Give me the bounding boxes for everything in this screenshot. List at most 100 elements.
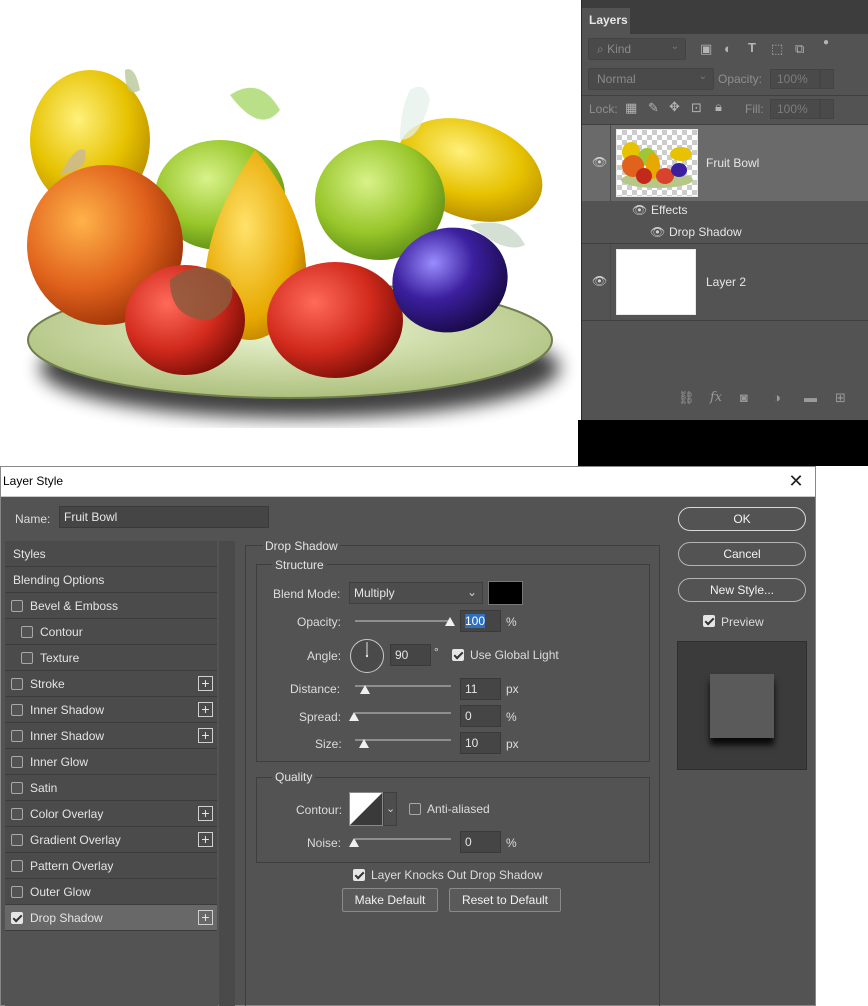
fill-field[interactable]: 100% bbox=[770, 99, 820, 119]
anti-aliased-checkbox[interactable] bbox=[409, 803, 421, 815]
lock-all-icon[interactable]: 🔒︎ bbox=[715, 99, 722, 115]
opacity-field[interactable]: 100 bbox=[460, 610, 501, 632]
layer-name[interactable]: Fruit Bowl bbox=[706, 156, 759, 170]
visibility-eye-icon[interactable]: 👁︎ bbox=[592, 274, 607, 288]
filter-kind-select[interactable]: ⌕ Kind ⌄ bbox=[588, 38, 686, 60]
cancel-button[interactable]: Cancel bbox=[678, 542, 806, 566]
use-global-light-checkbox[interactable] bbox=[452, 649, 464, 661]
style-item[interactable]: Texture bbox=[5, 645, 217, 671]
style-checkbox[interactable] bbox=[11, 600, 23, 612]
layer-knocks-out-checkbox[interactable] bbox=[353, 869, 365, 881]
add-effect-icon[interactable]: + bbox=[198, 832, 213, 847]
noise-slider-track[interactable] bbox=[355, 838, 451, 840]
style-item[interactable]: Color Overlay + bbox=[5, 801, 217, 827]
style-checkbox[interactable] bbox=[11, 912, 23, 924]
lock-image-icon[interactable]: ✎ bbox=[648, 100, 659, 116]
angle-field[interactable]: 90 bbox=[390, 644, 431, 666]
reset-to-default-button[interactable]: Reset to Default bbox=[449, 888, 561, 912]
size-slider-track[interactable] bbox=[355, 739, 451, 741]
style-item[interactable]: Contour bbox=[5, 619, 217, 645]
style-checkbox[interactable] bbox=[11, 756, 23, 768]
add-effect-icon[interactable]: + bbox=[198, 702, 213, 717]
style-checkbox[interactable] bbox=[11, 886, 23, 898]
document-canvas[interactable] bbox=[0, 0, 578, 466]
style-item[interactable]: Stroke + bbox=[5, 671, 217, 697]
style-item[interactable]: Pattern Overlay bbox=[5, 853, 217, 879]
ok-button[interactable]: OK bbox=[678, 507, 806, 531]
contour-preview[interactable] bbox=[349, 792, 383, 826]
adjustment-layer-icon[interactable]: ◑ bbox=[773, 390, 781, 405]
style-checkbox[interactable] bbox=[11, 834, 23, 846]
add-mask-icon[interactable]: ◙ bbox=[740, 390, 748, 405]
noise-slider-thumb[interactable] bbox=[349, 838, 359, 847]
shadow-color-swatch[interactable] bbox=[488, 581, 523, 605]
size-field[interactable]: 10 bbox=[460, 732, 501, 754]
new-group-icon[interactable]: ▬ bbox=[804, 390, 817, 405]
style-checkbox[interactable] bbox=[11, 704, 23, 716]
add-effect-icon[interactable]: + bbox=[198, 910, 213, 925]
layer-row-fruit-bowl[interactable]: 👁︎ Fruit Bowl bbox=[582, 125, 868, 201]
style-item[interactable]: Drop Shadow + bbox=[5, 905, 217, 931]
visibility-eye-icon[interactable]: 👁︎ bbox=[632, 203, 647, 217]
distance-field[interactable]: 11 bbox=[460, 678, 501, 700]
style-checkbox[interactable] bbox=[11, 678, 23, 690]
artboard-lock-icon[interactable]: ⊡ bbox=[691, 100, 702, 116]
layer-effects-row[interactable]: 👁︎ Effects bbox=[582, 201, 868, 221]
shape-filter-icon[interactable]: ⬚ bbox=[771, 41, 783, 57]
add-effect-icon[interactable]: + bbox=[198, 676, 213, 691]
layer-name[interactable]: Layer 2 bbox=[706, 275, 746, 289]
filter-toggle-icon[interactable]: ● bbox=[823, 37, 829, 48]
spread-slider-track[interactable] bbox=[355, 712, 451, 714]
style-checkbox[interactable] bbox=[21, 626, 33, 638]
opacity-dropdown[interactable] bbox=[820, 69, 834, 89]
visibility-eye-icon[interactable]: 👁︎ bbox=[592, 155, 607, 169]
smart-object-filter-icon[interactable]: ⧉ bbox=[795, 41, 804, 57]
type-filter-icon[interactable]: T bbox=[748, 40, 756, 55]
style-item[interactable]: Bevel & Emboss bbox=[5, 593, 217, 619]
style-item[interactable]: Gradient Overlay + bbox=[5, 827, 217, 853]
style-item[interactable]: Inner Glow bbox=[5, 749, 217, 775]
style-checkbox[interactable] bbox=[11, 782, 23, 794]
adjustment-filter-icon[interactable]: ◐ bbox=[724, 41, 732, 56]
opacity-field[interactable]: 100% bbox=[770, 69, 820, 89]
style-item[interactable]: Styles bbox=[5, 541, 217, 567]
angle-dial[interactable] bbox=[349, 638, 385, 674]
layer-thumbnail[interactable] bbox=[616, 129, 698, 197]
style-checkbox[interactable] bbox=[11, 808, 23, 820]
effect-name[interactable]: Drop Shadow bbox=[669, 225, 742, 239]
style-checkbox[interactable] bbox=[11, 860, 23, 872]
layer-effect-drop-shadow-row[interactable]: 👁︎ Drop Shadow bbox=[582, 222, 868, 242]
style-checkbox[interactable] bbox=[21, 652, 33, 664]
fill-dropdown[interactable] bbox=[820, 99, 834, 119]
make-default-button[interactable]: Make Default bbox=[342, 888, 438, 912]
style-item[interactable]: Inner Shadow + bbox=[5, 723, 217, 749]
add-effect-icon[interactable]: + bbox=[198, 806, 213, 821]
opacity-slider-track[interactable] bbox=[355, 620, 451, 622]
style-item[interactable]: Blending Options bbox=[5, 567, 217, 593]
new-layer-icon[interactable]: ⊞ bbox=[835, 390, 846, 406]
style-item[interactable]: Outer Glow bbox=[5, 879, 217, 905]
opacity-slider-thumb[interactable] bbox=[445, 617, 455, 626]
distance-slider-thumb[interactable] bbox=[360, 685, 370, 694]
name-field[interactable]: Fruit Bowl bbox=[59, 506, 269, 528]
visibility-eye-icon[interactable]: 👁︎ bbox=[650, 225, 665, 239]
layer-thumbnail[interactable] bbox=[616, 249, 696, 315]
noise-field[interactable]: 0 bbox=[460, 831, 501, 853]
layer-row-layer-2[interactable]: 👁︎ Layer 2 bbox=[582, 244, 868, 320]
spread-field[interactable]: 0 bbox=[460, 705, 501, 727]
lock-position-icon[interactable]: ✥ bbox=[669, 99, 680, 115]
blend-mode-select[interactable]: Multiply ⌄ bbox=[349, 582, 483, 604]
styles-list-scrollbar[interactable] bbox=[219, 541, 235, 1006]
new-style-button[interactable]: New Style... bbox=[678, 578, 806, 602]
size-slider-thumb[interactable] bbox=[359, 739, 369, 748]
style-item[interactable]: Inner Shadow + bbox=[5, 697, 217, 723]
blend-mode-select[interactable]: Normal ⌄ bbox=[588, 68, 714, 90]
add-effect-icon[interactable]: + bbox=[198, 728, 213, 743]
close-icon[interactable]: ✕ bbox=[785, 470, 807, 492]
preview-checkbox[interactable] bbox=[703, 615, 715, 627]
lock-transparent-icon[interactable]: ▦ bbox=[625, 100, 637, 116]
tab-layers[interactable]: Layers bbox=[582, 8, 630, 34]
fx-icon[interactable]: fx bbox=[710, 390, 722, 405]
contour-dropdown[interactable]: ⌄ bbox=[383, 792, 397, 826]
link-layers-icon[interactable]: ⛓︎ bbox=[678, 390, 695, 406]
